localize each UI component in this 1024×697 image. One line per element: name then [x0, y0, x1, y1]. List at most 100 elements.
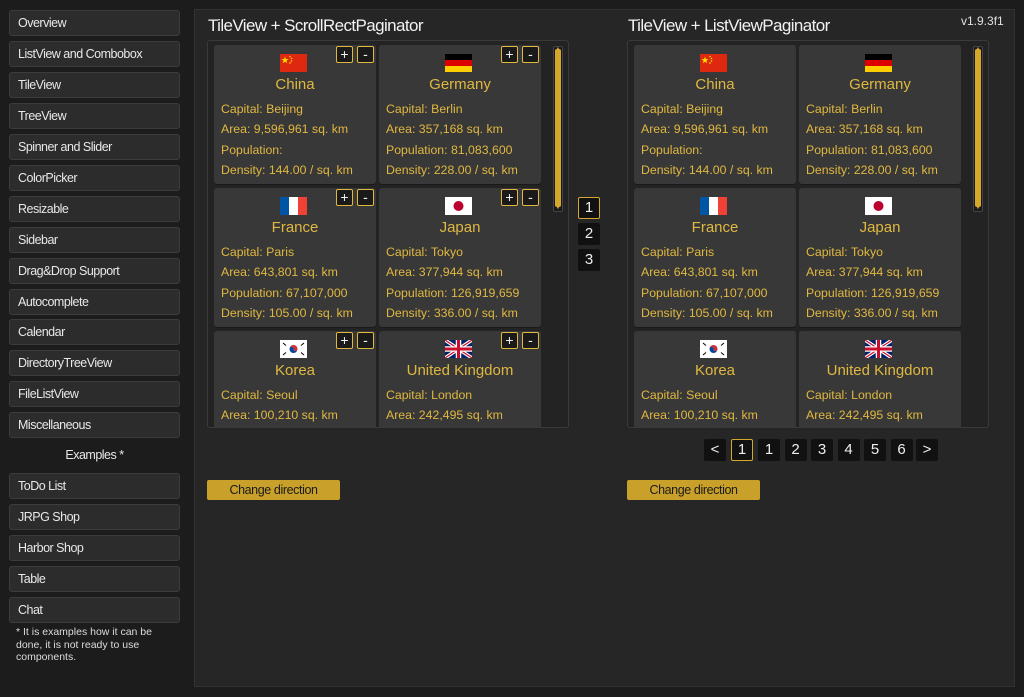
examples-section-label: Examples * [65, 448, 124, 462]
country-capital: Capital: Berlin [806, 102, 883, 116]
left-tile[interactable]: Japan Capital: Tokyo Area: 377,944 sq. km P… [379, 188, 541, 327]
tile-plus-button[interactable]: + [501, 189, 518, 206]
scroll-down-icon[interactable]: ▼ [974, 204, 982, 212]
page-button-1[interactable]: 1 [758, 439, 780, 461]
country-capital: Capital: Seoul [221, 388, 298, 402]
nav-harbor-shop[interactable]: Harbor Shop [9, 535, 180, 561]
next-page-button[interactable]: > [916, 439, 938, 461]
left-tile[interactable]: France Capital: Paris Area: 643,801 sq. km… [214, 188, 376, 327]
country-population: Population: [221, 143, 283, 157]
left-tile[interactable]: United Kingdom Capital: London Area: 242,4… [379, 331, 541, 427]
right-tile[interactable]: United Kingdom Capital: London Area: 242,4… [799, 331, 961, 427]
nav-table[interactable]: Table [9, 566, 180, 592]
right-tile[interactable]: Germany Capital: Berlin Area: 357,168 sq. … [799, 45, 961, 184]
germany-flag-icon [865, 54, 892, 72]
tile-plus-button[interactable]: + [336, 46, 353, 63]
right-tile[interactable]: France Capital: Paris Area: 643,801 sq. km… [634, 188, 796, 327]
country-capital: Capital: Beijing [641, 102, 724, 116]
country-population: Population: 81,083,600 [386, 143, 513, 157]
country-area: Area: 643,801 sq. km [221, 265, 338, 279]
nav-treeview[interactable]: TreeView [9, 103, 180, 129]
tileview-scrollrect[interactable]: China Capital: Beijing Area: 9,596,961 sq.… [207, 40, 569, 428]
nav-jrpg-shop[interactable]: JRPG Shop [9, 504, 180, 530]
tile-plus-button[interactable]: + [501, 332, 518, 349]
nav-listview-combobox[interactable]: ListView and Combobox [9, 41, 180, 67]
page-button-3[interactable]: 3 [578, 249, 600, 271]
tile-plus-button[interactable]: + [336, 332, 353, 349]
nav-colorpicker[interactable]: ColorPicker [9, 165, 180, 191]
examples-note: * It is examples how it can be done, it … [16, 626, 152, 663]
tileview-listview[interactable]: China Capital: Beijing Area: 9,596,961 sq.… [627, 40, 989, 428]
nav-tileview[interactable]: TileView [9, 72, 180, 98]
current-page-button[interactable]: 1 [731, 439, 753, 461]
left-tile[interactable]: Korea Capital: Seoul Area: 100,210 sq. km +… [214, 331, 376, 427]
country-density: Density: 228.00 / sq. km [386, 163, 518, 177]
right-tile[interactable]: Japan Capital: Tokyo Area: 377,944 sq. km P… [799, 188, 961, 327]
left-tile[interactable]: China Capital: Beijing Area: 9,596,961 sq.… [214, 45, 376, 184]
china-flag-icon [280, 54, 307, 72]
page-button-5[interactable]: 5 [864, 439, 886, 461]
change-direction-button-left[interactable]: Change direction [207, 480, 340, 500]
country-density: Density: 105.00 / sq. km [221, 306, 353, 320]
nav-filelistview[interactable]: FileListView [9, 381, 180, 407]
version-label: v1.9.3f1 [961, 14, 1004, 28]
korea-flag-icon [700, 340, 727, 358]
korea-flag-icon [280, 340, 307, 358]
japan-flag-icon [445, 197, 472, 215]
page-button-6[interactable]: 6 [890, 439, 913, 461]
page-button-2[interactable]: 2 [578, 223, 600, 245]
change-direction-button-right[interactable]: Change direction [627, 480, 760, 500]
left-scroll-thumb[interactable] [555, 49, 561, 207]
country-capital: Capital: Paris [641, 245, 715, 259]
page-button-4[interactable]: 4 [837, 439, 860, 461]
tile-minus-button[interactable]: - [357, 46, 374, 63]
nav-todo-list[interactable]: ToDo List [9, 473, 180, 499]
country-name: China [275, 76, 315, 93]
tile-minus-button[interactable]: - [522, 46, 539, 63]
country-density: Density: 144.00 / sq. km [221, 163, 353, 177]
country-population: Population: 126,919,659 [386, 286, 520, 300]
country-capital: Capital: Seoul [641, 388, 718, 402]
nav-directorytreeview[interactable]: DirectoryTreeView [9, 350, 180, 376]
left-scrollbar[interactable]: ▲ ▼ [553, 46, 563, 212]
right-scroll-thumb[interactable] [975, 49, 981, 207]
page-button-3[interactable]: 3 [811, 439, 833, 461]
tile-minus-button[interactable]: - [522, 332, 539, 349]
nav-calendar[interactable]: Calendar [9, 319, 180, 345]
country-area: Area: 377,944 sq. km [806, 265, 923, 279]
page-button-2[interactable]: 2 [784, 439, 807, 461]
scroll-up-icon[interactable]: ▲ [974, 46, 982, 54]
right-tile[interactable]: China Capital: Beijing Area: 9,596,961 sq.… [634, 45, 796, 184]
nav-resizable[interactable]: Resizable [9, 196, 180, 222]
country-name: Japan [859, 219, 901, 236]
tile-minus-button[interactable]: - [522, 189, 539, 206]
country-area: Area: 9,596,961 sq. km [641, 122, 769, 136]
tile-plus-button[interactable]: + [501, 46, 518, 63]
nav-sidebar[interactable]: Sidebar [9, 227, 180, 253]
scroll-up-icon[interactable]: ▲ [554, 46, 562, 54]
nav-chat[interactable]: Chat [9, 597, 180, 623]
page-button-1[interactable]: 1 [578, 197, 600, 219]
nav-miscellaneous[interactable]: Miscellaneous [9, 412, 180, 438]
uk-flag-icon [445, 340, 472, 358]
country-population: Population: 67,107,000 [641, 286, 768, 300]
country-area: Area: 643,801 sq. km [641, 265, 758, 279]
tile-plus-button[interactable]: + [336, 189, 353, 206]
nav-spinner-slider[interactable]: Spinner and Slider [9, 134, 180, 160]
tile-minus-button[interactable]: - [357, 332, 374, 349]
country-density: Density: 336.00 / sq. km [386, 306, 518, 320]
country-name: United Kingdom [406, 362, 514, 379]
left-tile[interactable]: Germany Capital: Berlin Area: 357,168 sq. … [379, 45, 541, 184]
nav-autocomplete[interactable]: Autocomplete [9, 289, 180, 315]
country-area: Area: 242,495 sq. km [386, 408, 503, 422]
japan-flag-icon [865, 197, 892, 215]
country-density: Density: 336.00 / sq. km [806, 306, 938, 320]
prev-page-button[interactable]: < [704, 439, 726, 461]
scroll-down-icon[interactable]: ▼ [554, 204, 562, 212]
right-scrollbar[interactable]: ▲ ▼ [973, 46, 983, 212]
nav-overview[interactable]: Overview [9, 10, 180, 36]
nav-drag-drop[interactable]: Drag&Drop Support [9, 258, 180, 284]
country-population: Population: 126,919,659 [806, 286, 940, 300]
right-tile[interactable]: Korea Capital: Seoul Area: 100,210 sq. km [634, 331, 796, 427]
tile-minus-button[interactable]: - [357, 189, 374, 206]
